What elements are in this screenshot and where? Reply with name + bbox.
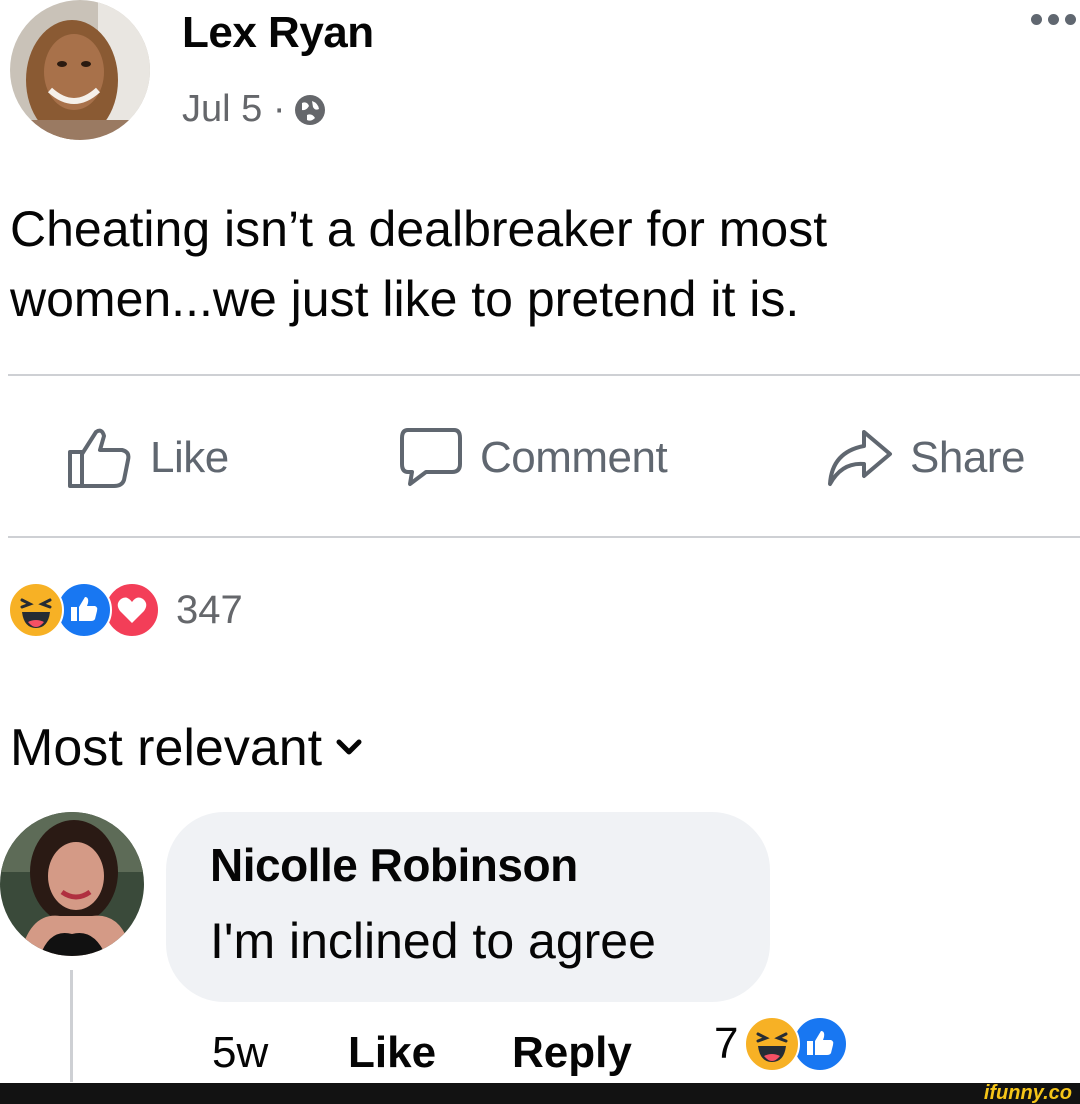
haha-icon	[8, 582, 64, 638]
comment-button[interactable]: Comment	[398, 418, 668, 498]
reaction-count: 347	[176, 587, 243, 632]
commenter-avatar[interactable]	[0, 812, 144, 956]
share-arrow-icon	[824, 426, 894, 490]
globe-icon	[293, 93, 327, 127]
comment-reaction-count: 7	[714, 1019, 739, 1068]
divider-top	[8, 374, 1080, 376]
reactions-summary[interactable]: 347	[8, 582, 243, 638]
post-text-line-1: Cheating isn’t a dealbreaker for most	[10, 201, 828, 257]
comment-age[interactable]: 5w	[212, 1028, 268, 1078]
post-text-line-2: women...we just like to pretend it is.	[10, 271, 800, 327]
author-avatar-image	[10, 0, 150, 140]
post-text: Cheating isn’t a dealbreaker for most wo…	[10, 194, 1070, 334]
thumbs-up-icon	[66, 426, 134, 490]
comment-author-name[interactable]: Nicolle Robinson	[210, 838, 578, 892]
post-author-name[interactable]: Lex Ryan	[182, 8, 374, 58]
reply-thread-line	[70, 970, 73, 1082]
comment-reactions[interactable]: 7	[714, 1016, 849, 1072]
ifunny-watermark: ifunny.co	[983, 1082, 1072, 1104]
comment-reply-button[interactable]: Reply	[512, 1028, 632, 1078]
like-button-label: Like	[150, 433, 229, 482]
like-button[interactable]: Like	[66, 418, 229, 498]
share-button-label: Share	[910, 433, 1025, 482]
haha-icon	[744, 1016, 801, 1072]
comments-sort-dropdown[interactable]: Most relevant	[10, 718, 362, 778]
comment-like-button[interactable]: Like	[348, 1028, 436, 1078]
chevron-down-icon	[336, 738, 362, 758]
speech-bubble-icon	[398, 426, 464, 490]
comments-sort-label: Most relevant	[10, 719, 323, 777]
love-icon	[104, 582, 160, 638]
share-button[interactable]: Share	[824, 418, 1025, 498]
post-meta: Jul 5 ·	[182, 88, 327, 131]
comment-text: I'm inclined to agree	[210, 913, 656, 969]
more-options-icon[interactable]	[1031, 14, 1076, 25]
post-date[interactable]: Jul 5 ·	[182, 88, 285, 131]
divider-bottom	[8, 536, 1080, 538]
author-avatar[interactable]	[10, 0, 150, 140]
like-icon	[56, 582, 112, 638]
watermark-bar	[0, 1083, 1080, 1104]
like-icon	[792, 1016, 849, 1072]
commenter-avatar-image	[0, 812, 144, 956]
comment-button-label: Comment	[480, 433, 668, 482]
